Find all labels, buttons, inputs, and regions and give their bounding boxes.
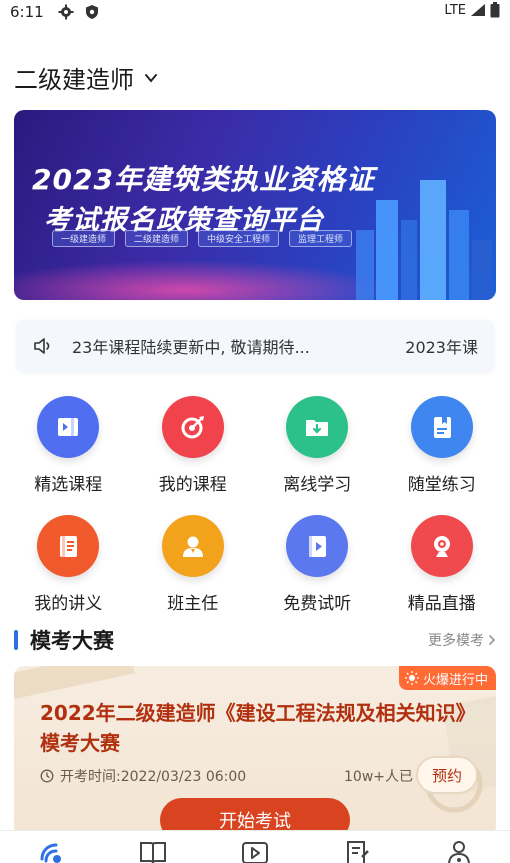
status-right: LTE	[444, 2, 500, 18]
chevron-down-icon	[145, 73, 157, 83]
grid-item-head-teacher[interactable]: 班主任	[133, 515, 253, 614]
grid-item-free-trial[interactable]: 免费试听	[257, 515, 377, 614]
contest-time: 开考时间:2022/03/23 06:00	[40, 766, 246, 786]
notice-text: 23年课程陆续更新中, 敬请期待...	[72, 338, 310, 357]
battery-icon	[490, 2, 500, 18]
chevron-right-icon	[488, 634, 496, 646]
banner-tag: 二级建造师	[125, 230, 189, 247]
grid-item-my-handouts[interactable]: 我的讲义	[8, 515, 128, 614]
target-icon	[161, 396, 224, 458]
notebook-icon	[410, 396, 473, 458]
grid-item-live-broadcast[interactable]: 精品直播	[382, 515, 502, 614]
grid-item-label: 我的课程	[158, 475, 227, 495]
network-type: LTE	[444, 2, 466, 18]
grid-item-my-courses[interactable]: 我的课程	[133, 396, 253, 495]
profile-icon[interactable]	[444, 837, 474, 863]
play-icon[interactable]	[240, 837, 270, 863]
bottom-nav	[0, 830, 510, 863]
promo-banner[interactable]: 2023年建筑类执业资格证 考试报名政策查询平台 一级建造师 二级建造师 中级安…	[14, 110, 496, 300]
grid-item-label: 免费试听	[283, 594, 352, 614]
shield-icon	[85, 5, 98, 19]
clock-icon	[40, 769, 54, 783]
banner-tag: 监理工程师	[289, 230, 353, 247]
reserve-button[interactable]: 预约	[416, 756, 478, 794]
grid-item-class-practice[interactable]: 随堂练习	[382, 396, 502, 495]
mock-exam-section-header: 模考大赛 更多模考	[14, 626, 496, 654]
home-satellite-icon[interactable]	[36, 837, 66, 863]
participant-count: 10w+人已	[344, 769, 413, 785]
exam-icon[interactable]	[342, 837, 372, 863]
gear-icon	[58, 4, 74, 20]
page-title: 二级建造师	[14, 66, 134, 94]
webcam-icon	[410, 515, 473, 577]
teacher-icon	[161, 515, 224, 577]
play-book-icon	[286, 515, 349, 577]
subject-selector[interactable]: 二级建造师	[14, 60, 158, 95]
banner-light-trail	[14, 260, 394, 300]
banner-title-line1: 2023年建筑类执业资格证	[32, 163, 375, 196]
status-time: 6:11	[10, 3, 44, 21]
feature-grid: 精选课程 我的课程 离线学习 随堂练习 我的讲义 班主任 免费试听 精品直播	[0, 396, 510, 614]
hot-badge-label: 火爆进行中	[422, 672, 488, 688]
section-title: 模考大赛	[30, 629, 114, 653]
signal-icon	[471, 4, 485, 16]
hot-badge: 火爆进行中	[398, 666, 496, 690]
grid-item-label: 离线学习	[283, 475, 352, 495]
contest-title: 2022年二级建造师《建设工程法规及相关知识》模考大赛	[40, 701, 476, 755]
speaker-icon	[34, 338, 50, 354]
section-accent-bar	[14, 630, 18, 650]
banner-tag: 一级建造师	[52, 230, 116, 247]
grid-item-label: 班主任	[167, 594, 219, 614]
grid-item-label: 随堂练习	[407, 475, 476, 495]
status-bar: 6:11 LTE	[0, 0, 510, 24]
grid-item-label: 精选课程	[34, 475, 103, 495]
grid-item-label: 我的讲义	[34, 594, 103, 614]
contest-time-label: 开考时间:2022/03/23 06:00	[60, 769, 247, 785]
banner-tag: 中级安全工程师	[198, 230, 280, 247]
mock-contest-card[interactable]: 火爆进行中 2022年二级建造师《建设工程法规及相关知识》模考大赛 开考时间:2…	[14, 666, 496, 836]
handout-icon	[37, 515, 100, 577]
video-book-icon	[37, 396, 100, 458]
book-icon[interactable]	[138, 837, 168, 863]
notice-bar[interactable]: 23年课程陆续更新中, 敬请期待... 2023年课	[16, 320, 494, 372]
grid-item-label: 精品直播	[407, 594, 476, 614]
download-folder-icon	[286, 396, 349, 458]
grid-item-featured-courses[interactable]: 精选课程	[8, 396, 128, 495]
notice-text-scrolling: 2023年课	[405, 338, 478, 357]
banner-tags: 一级建造师 二级建造师 中级安全工程师 监理工程师	[52, 230, 353, 247]
grid-item-offline-study[interactable]: 离线学习	[257, 396, 377, 495]
sun-icon	[404, 671, 419, 685]
more-mock-exams-link[interactable]: 更多模考	[428, 630, 496, 650]
more-link-label: 更多模考	[428, 633, 484, 649]
